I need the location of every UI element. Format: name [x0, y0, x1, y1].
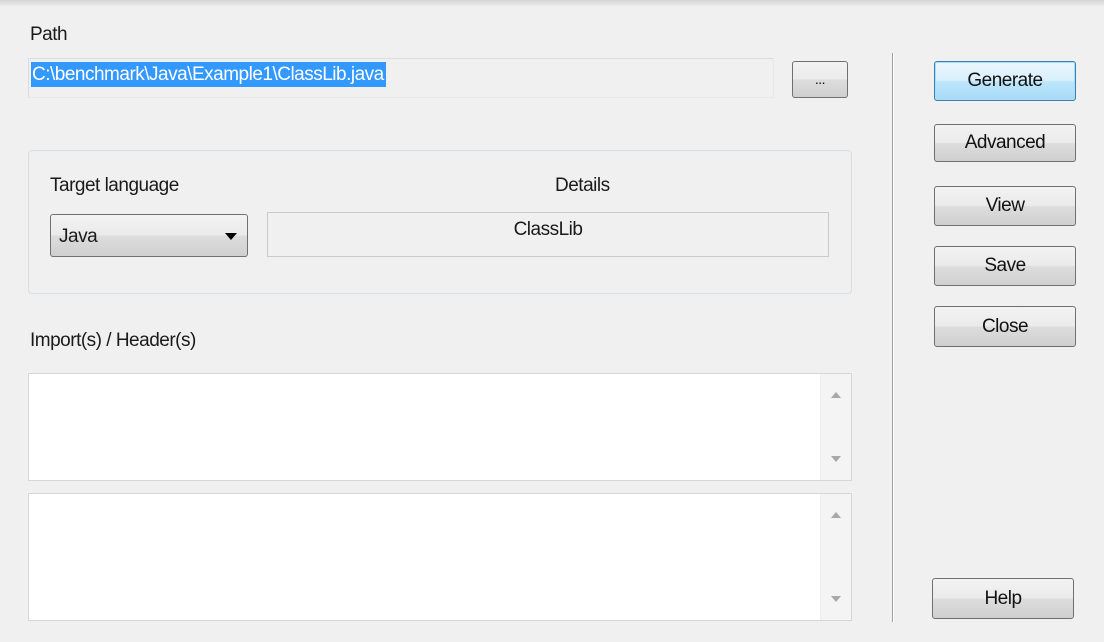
scroll-up-icon[interactable] — [831, 512, 841, 518]
close-button[interactable]: Close — [934, 306, 1076, 347]
details-label: Details — [555, 175, 610, 196]
target-language-label: Target language — [50, 175, 179, 196]
chevron-down-icon — [225, 233, 237, 240]
help-button[interactable]: Help — [932, 578, 1074, 619]
path-input[interactable]: C:\benchmark\Java\Example1\ClassLib.java — [28, 58, 774, 98]
scroll-down-icon[interactable] — [831, 456, 841, 462]
target-language-value: Java — [59, 226, 98, 247]
target-language-select[interactable]: Java — [50, 214, 248, 257]
headers-scrollbar[interactable] — [820, 494, 851, 620]
headers-textarea[interactable] — [28, 493, 852, 621]
vertical-separator — [892, 53, 893, 622]
browse-button[interactable]: ... — [792, 61, 848, 98]
window-top-border — [0, 0, 1104, 6]
details-field: ClassLib — [267, 212, 829, 257]
imports-label: Import(s) / Header(s) — [30, 330, 196, 351]
save-button[interactable]: Save — [934, 246, 1076, 286]
imports-scrollbar[interactable] — [820, 374, 851, 480]
imports-textarea[interactable] — [28, 373, 852, 481]
path-input-selected-text: C:\benchmark\Java\Example1\ClassLib.java — [31, 62, 386, 87]
scroll-down-icon[interactable] — [831, 596, 841, 602]
scroll-up-icon[interactable] — [831, 392, 841, 398]
generate-button[interactable]: Generate — [934, 61, 1076, 101]
path-label: Path — [30, 24, 68, 45]
advanced-button[interactable]: Advanced — [934, 124, 1076, 162]
view-button[interactable]: View — [934, 186, 1076, 226]
